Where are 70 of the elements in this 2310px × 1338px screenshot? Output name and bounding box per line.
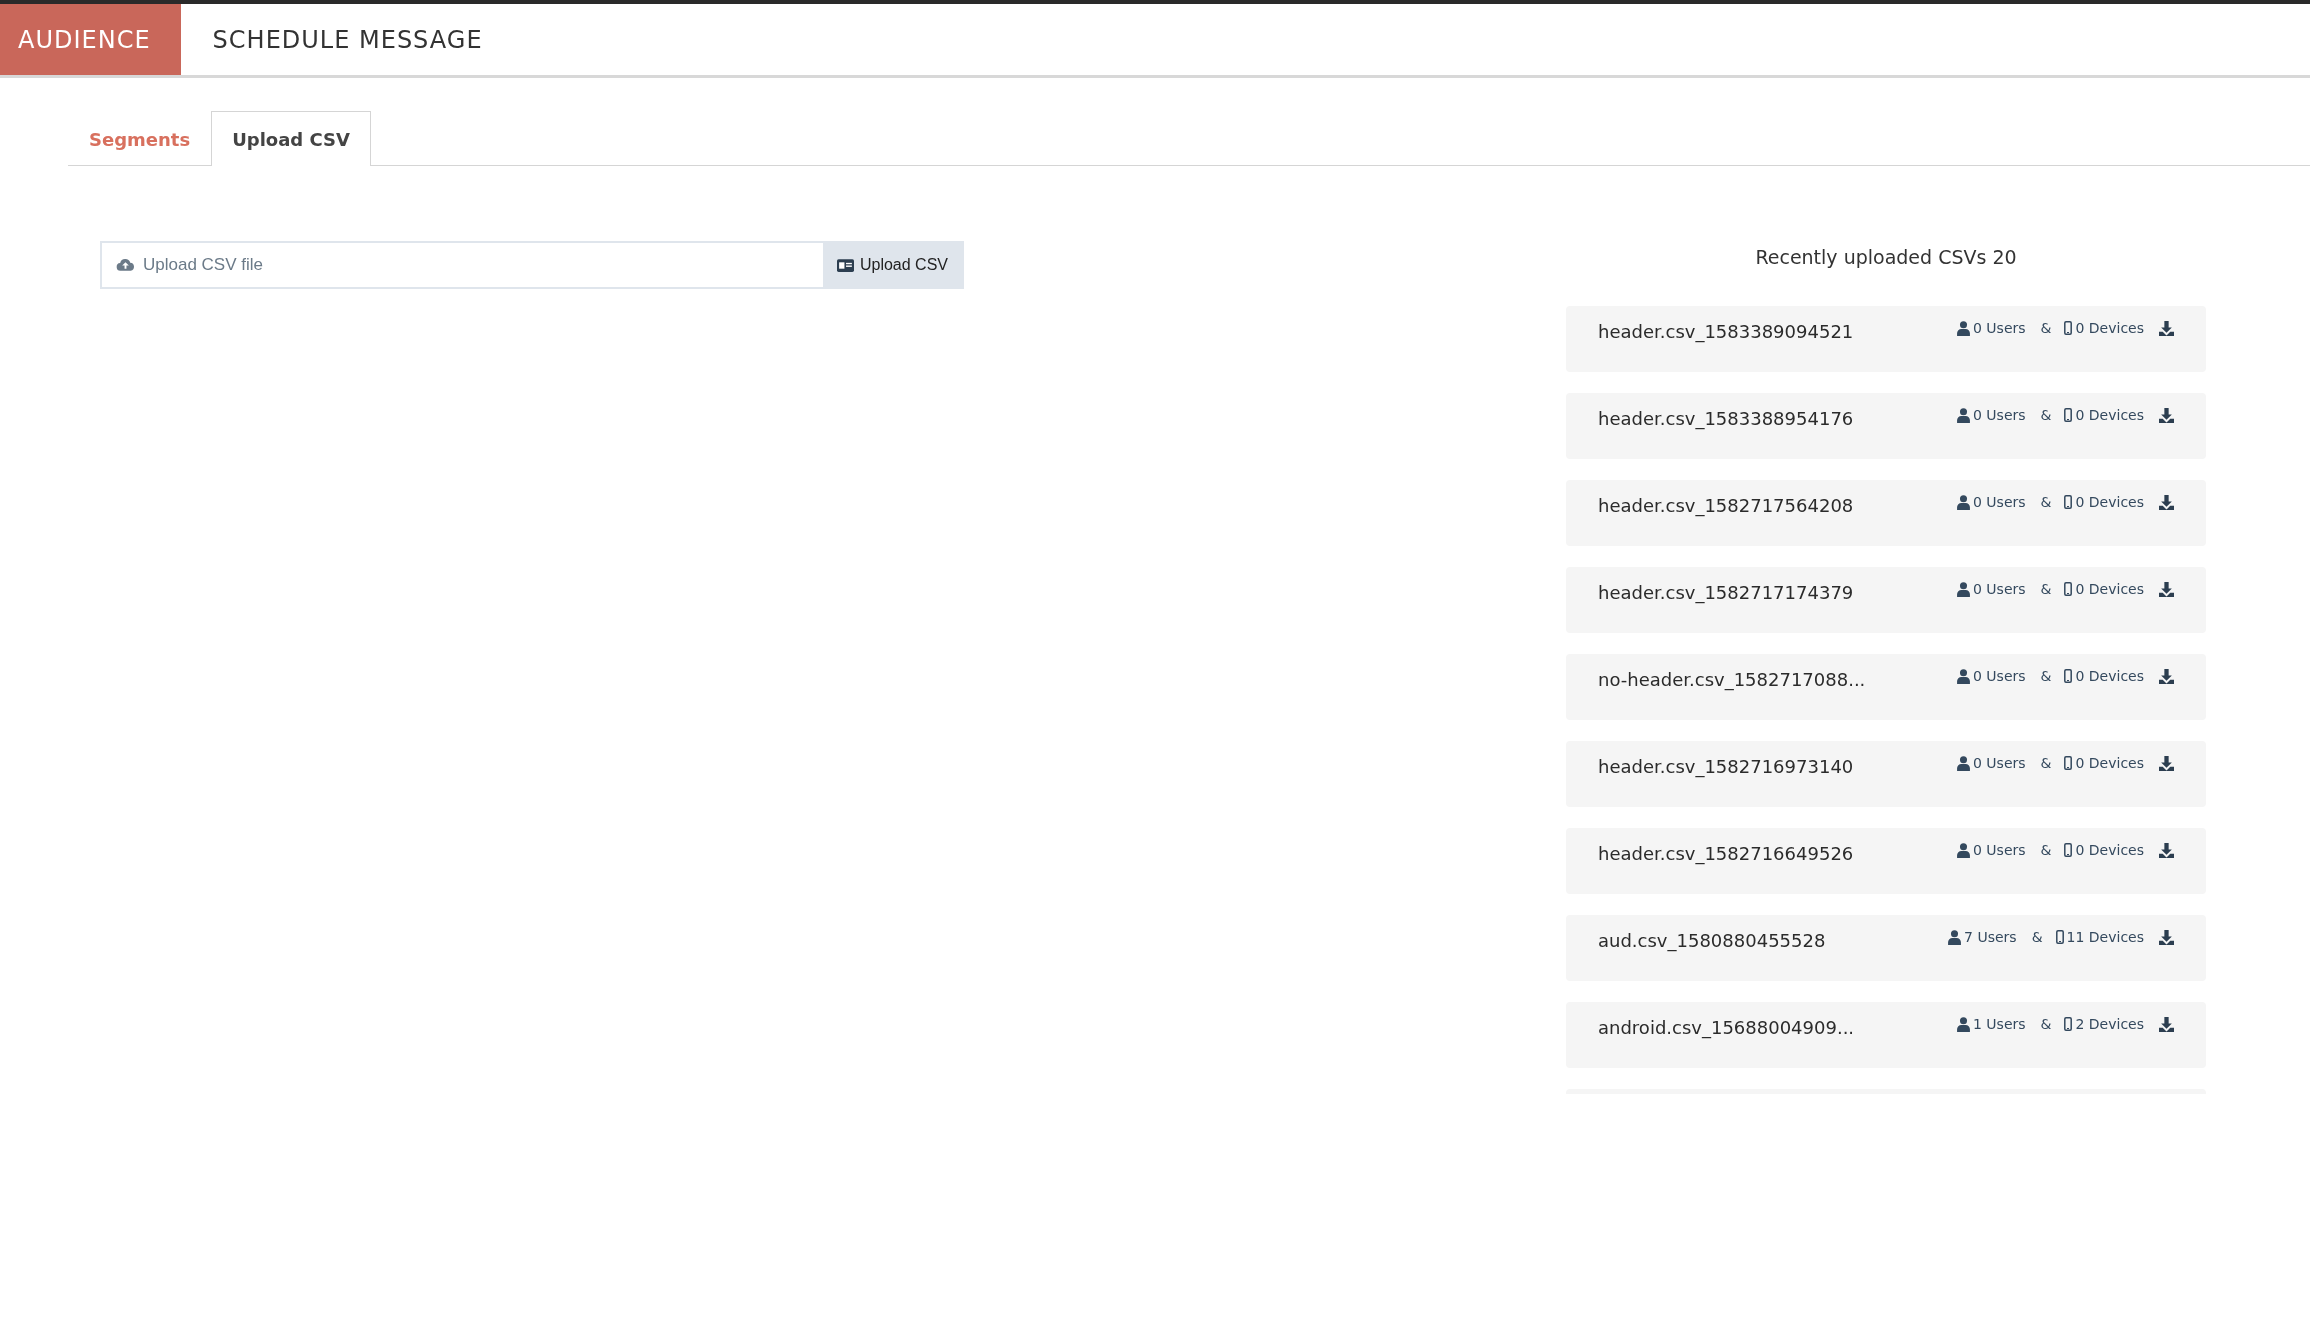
users-count: 0 Users [1973, 581, 2026, 597]
file-name: header.csv_1583388954176 [1598, 408, 1854, 429]
download-icon[interactable] [2159, 1016, 2174, 1032]
ampersand: & [2040, 668, 2052, 684]
ampersand: & [2031, 929, 2043, 945]
devices-count: 0 Devices [2075, 581, 2144, 597]
user-icon [1957, 407, 1970, 423]
users-count: 0 Users [1973, 494, 2026, 510]
user-icon [1957, 842, 1970, 858]
file-name: header.csv_1582717564208 [1598, 495, 1854, 516]
file-name: aud.csv_1580880455528 [1598, 930, 1826, 951]
download-icon[interactable] [2159, 494, 2174, 510]
users-count: 0 Users [1973, 668, 2026, 684]
phone-icon [2064, 582, 2073, 596]
phone-icon [2064, 1017, 2073, 1031]
user-icon [1948, 929, 1962, 945]
list-title: Recently uploaded CSVs 20 [1754, 246, 2018, 268]
nav-tab[interactable]: AUDIENCE [0, 4, 181, 75]
download-icon[interactable] [2159, 320, 2174, 336]
ampersand: & [2040, 320, 2052, 336]
devices-count: 0 Devices [2075, 755, 2144, 771]
ampersand: & [2040, 581, 2052, 597]
sub-tab[interactable]: Upload CSV [211, 111, 371, 166]
user-icon [1957, 668, 1970, 684]
file-name: android.csv_15688004909... [1598, 1017, 1855, 1038]
users-count: 0 Users [1973, 842, 2026, 858]
ampersand: & [2040, 842, 2052, 858]
download-icon[interactable] [2159, 929, 2174, 945]
phone-icon [2064, 408, 2073, 422]
devices-count: 2 Devices [2075, 1016, 2144, 1032]
file-name: header.csv_1582717174379 [1598, 582, 1854, 603]
file-name: header.csv_1582716973140 [1598, 756, 1854, 777]
upload-csv-button[interactable]: Upload CSV [822, 243, 962, 287]
devices-count: 0 Devices [2075, 668, 2144, 684]
user-icon [1957, 755, 1970, 771]
users-count: 0 Users [1973, 407, 2026, 423]
devices-count: 0 Devices [2075, 320, 2144, 336]
ampersand: & [2040, 494, 2052, 510]
file-name: header.csv_1582716649526 [1598, 843, 1854, 864]
user-icon [1957, 1016, 1970, 1032]
file-name: no-header.csv_1582717088... [1598, 669, 1866, 690]
ampersand: & [2040, 407, 2052, 423]
id-card-icon [836, 258, 854, 272]
upload-field[interactable]: Upload CSV file Upload CSV [100, 241, 964, 289]
users-count: 0 Users [1973, 320, 2026, 336]
download-icon[interactable] [2159, 407, 2174, 423]
users-count: 1 Users [1973, 1016, 2026, 1032]
users-count: 7 Users [1964, 929, 2017, 945]
users-count: 0 Users [1973, 755, 2026, 771]
download-icon[interactable] [2159, 581, 2174, 597]
devices-count: 0 Devices [2075, 494, 2144, 510]
phone-icon [2064, 321, 2073, 335]
file-name: header.csv_1583389094521 [1598, 321, 1854, 342]
download-icon[interactable] [2159, 842, 2174, 858]
ampersand: & [2040, 1016, 2052, 1032]
download-icon[interactable] [2159, 755, 2174, 771]
phone-icon [2064, 843, 2073, 857]
user-icon [1957, 581, 1970, 597]
phone-icon [2064, 495, 2073, 509]
devices-count: 0 Devices [2075, 842, 2144, 858]
download-icon[interactable] [2159, 668, 2174, 684]
user-icon [1957, 320, 1970, 336]
devices-count: 11 Devices [2066, 929, 2144, 945]
phone-icon [2064, 756, 2073, 770]
phone-icon [2055, 930, 2064, 944]
ampersand: & [2040, 755, 2052, 771]
phone-icon [2064, 669, 2073, 683]
cloud-upload-icon [116, 258, 135, 272]
user-icon [1957, 494, 1970, 510]
devices-count: 0 Devices [2075, 407, 2144, 423]
